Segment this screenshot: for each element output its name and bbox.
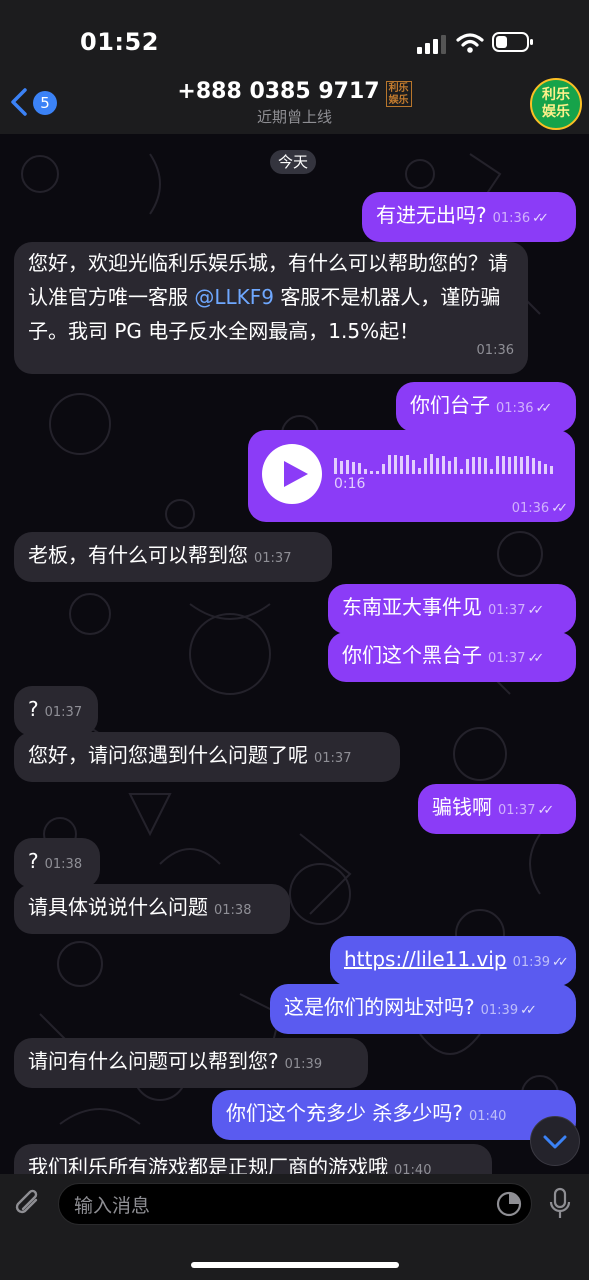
incoming-message[interactable]: ? 01:37 <box>14 686 98 736</box>
outgoing-message[interactable]: 这是你们的网址对吗? 01:39 ✓✓ <box>270 984 576 1034</box>
message-time: 01:37 <box>254 551 292 566</box>
status-bar: 01:52 <box>0 0 589 78</box>
message-time: 01:37 <box>314 751 352 766</box>
message-text: 你们这个充多少 杀多少吗? <box>226 1101 463 1125</box>
sticker-icon[interactable] <box>496 1191 522 1217</box>
message-text: 骗钱啊 <box>432 795 492 819</box>
double-check-icon: ✓✓ <box>537 803 554 818</box>
message-time: 01:37 <box>44 705 83 720</box>
incoming-message[interactable]: 您好，欢迎光临利乐娱乐城，有什么可以帮助您的？请认准官方唯一客服 @LLKF9 … <box>14 242 528 374</box>
voice-duration: 0:16 <box>334 476 366 492</box>
contact-phone: +888 0385 9717 <box>177 79 380 104</box>
message-text: 东南亚大事件见 <box>342 595 482 619</box>
message-text: 你们这个黑台子 <box>342 643 482 667</box>
message-text: 有进无出吗? <box>376 203 487 227</box>
wifi-icon <box>456 33 484 53</box>
incoming-message[interactable]: 您好，请问您遇到什么问题了呢 01:37 <box>14 732 400 782</box>
message-time: 01:36 <box>492 211 531 226</box>
message-text: 请问有什么问题可以帮到您? <box>28 1049 279 1073</box>
incoming-message[interactable]: 我们利乐所有游戏都是正规厂商的游戏哦 01:40 <box>14 1144 492 1174</box>
incoming-message[interactable]: 请具体说说什么问题 01:38 <box>14 884 290 934</box>
double-check-icon: ✓✓ <box>520 1003 537 1018</box>
double-check-icon: ✓✓ <box>527 603 544 618</box>
outgoing-message[interactable]: 你们这个充多少 杀多少吗? 01:40 <box>212 1090 576 1140</box>
outgoing-message[interactable]: 你们台子 01:36 ✓✓ <box>396 382 576 432</box>
last-seen-status: 近期曾上线 <box>256 108 332 126</box>
battery-icon <box>492 32 533 52</box>
scroll-to-bottom-button[interactable] <box>530 1116 580 1166</box>
message-time: 01:36 ✓✓ <box>511 501 568 516</box>
message-time: 01:38 <box>214 903 252 918</box>
date-separator: 今天 <box>270 150 317 174</box>
double-check-icon: ✓✓ <box>551 501 568 516</box>
message-text: 我们利乐所有游戏都是正规厂商的游戏哦 <box>28 1155 388 1174</box>
voice-message[interactable]: 0:16 01:36 ✓✓ <box>248 430 575 522</box>
message-time: 01:37 <box>488 651 526 666</box>
outgoing-message[interactable]: 你们这个黑台子 01:37 ✓✓ <box>328 632 576 682</box>
paperclip-icon[interactable] <box>12 1186 44 1222</box>
play-icon <box>284 461 308 487</box>
message-time: 01:37 <box>488 603 526 618</box>
seal-logo: 利乐 娱乐 <box>385 81 412 107</box>
message-time: 01:40 <box>468 1109 507 1124</box>
message-time: 01:38 <box>44 857 83 872</box>
mention-link[interactable]: @LLKF9 <box>194 285 274 309</box>
outgoing-message[interactable]: 有进无出吗? 01:36 ✓✓ <box>362 192 576 242</box>
waveform <box>334 454 553 474</box>
chevron-down-icon <box>543 1135 567 1149</box>
message-time: 01:36 <box>476 343 514 358</box>
double-check-icon: ✓✓ <box>552 955 569 970</box>
incoming-message[interactable]: ? 01:38 <box>14 838 100 888</box>
incoming-message[interactable]: 请问有什么问题可以帮到您? 01:39 <box>14 1038 368 1088</box>
message-text: ? <box>28 849 39 873</box>
outgoing-message[interactable]: 东南亚大事件见 01:37 ✓✓ <box>328 584 576 634</box>
double-check-icon: ✓✓ <box>535 401 552 416</box>
message-time: 01:39 <box>284 1057 323 1072</box>
message-time: 01:36 <box>496 401 534 416</box>
microphone-icon[interactable] <box>548 1186 572 1222</box>
home-indicator <box>191 1262 399 1268</box>
status-time: 01:52 <box>80 28 159 56</box>
incoming-message[interactable]: 老板，有什么可以帮到您 01:37 <box>14 532 332 582</box>
message-list[interactable]: 今天 有进无出吗? 01:36 ✓✓ 您好，欢迎光临利乐娱乐城，有什么可以帮助您的？… <box>0 134 589 1174</box>
message-input-placeholder: 输入消息 <box>74 1195 151 1217</box>
url-link[interactable]: https://lile11.vip <box>344 947 507 971</box>
double-check-icon: ✓✓ <box>532 211 549 226</box>
avatar[interactable]: 利乐 娱乐 <box>530 78 582 130</box>
contact-title[interactable]: +888 0385 9717 利乐 娱乐 <box>0 78 589 107</box>
outgoing-message[interactable]: https://lile11.vip 01:39 ✓✓ <box>330 936 576 986</box>
message-text: 你们台子 <box>410 393 490 417</box>
message-text: 老板，有什么可以帮到您 <box>28 543 248 567</box>
message-text: 请具体说说什么问题 <box>28 895 208 919</box>
outgoing-message[interactable]: 骗钱啊 01:37 ✓✓ <box>418 784 576 834</box>
message-time: 01:39 <box>480 1003 519 1018</box>
message-time: 01:40 <box>394 1163 432 1174</box>
message-time-text: 01:36 <box>511 501 550 516</box>
message-text: ? <box>28 697 39 721</box>
message-time: 01:39 <box>512 955 551 970</box>
play-button[interactable] <box>262 444 322 504</box>
message-text: 这是你们的网址对吗? <box>284 995 475 1019</box>
message-time: 01:37 <box>498 803 536 818</box>
signal-icon <box>417 35 446 54</box>
double-check-icon: ✓✓ <box>527 651 544 666</box>
message-text: 您好，请问您遇到什么问题了呢 <box>28 743 308 767</box>
